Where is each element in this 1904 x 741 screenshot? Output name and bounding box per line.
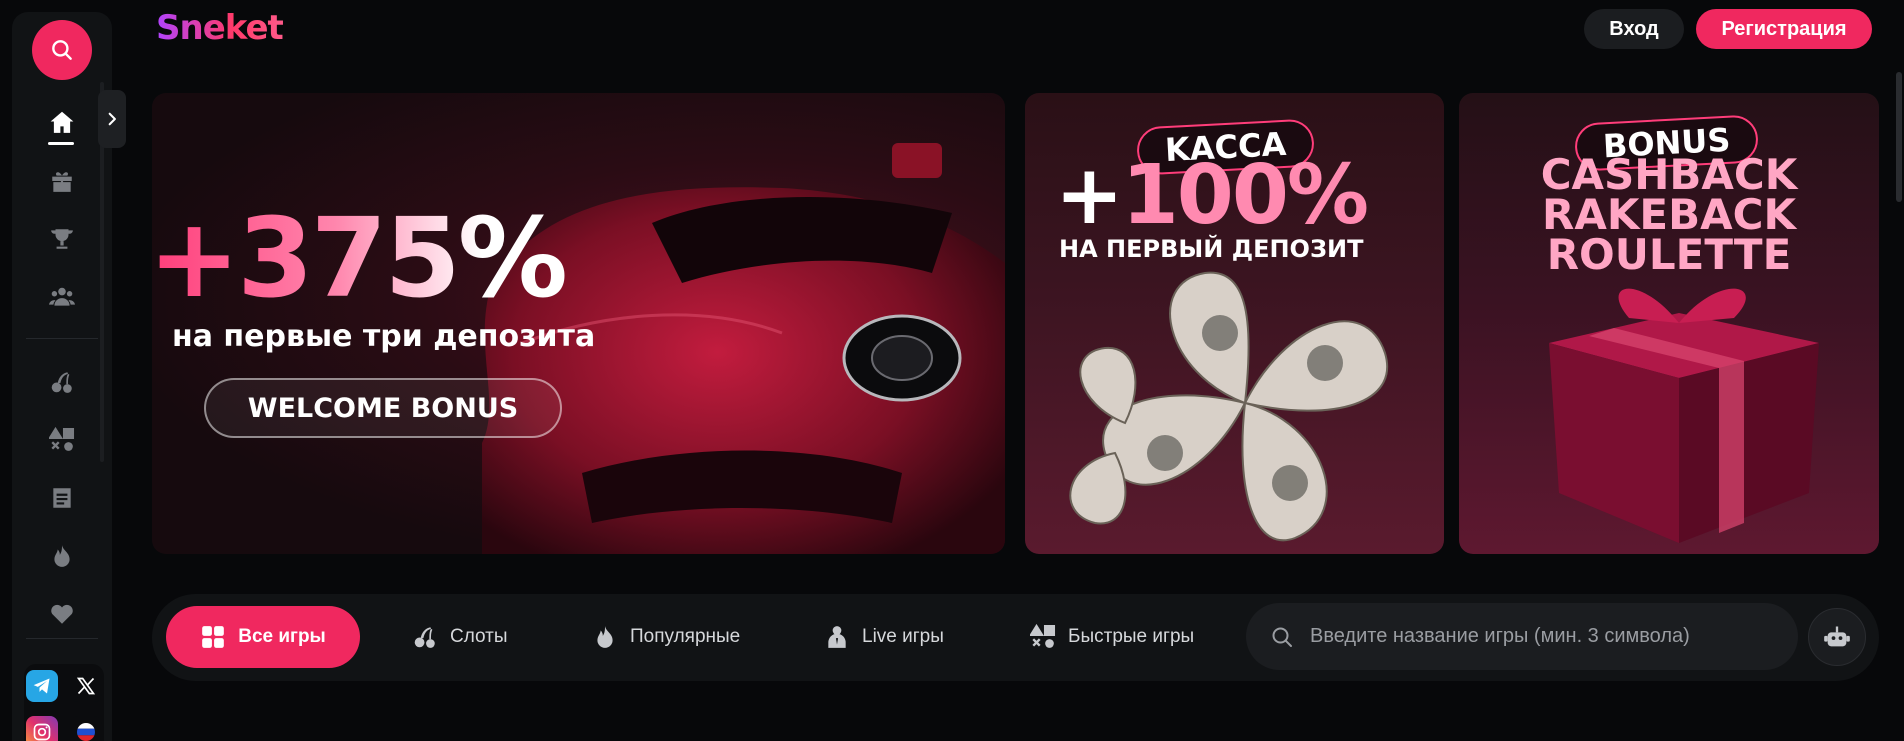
game-category-bar: Все игры Слоты Популярные Live игры Быст…: [152, 594, 1879, 681]
cherries-icon: [414, 627, 435, 648]
sidebar-item-tournaments[interactable]: [48, 225, 76, 253]
assistant-button[interactable]: [1808, 608, 1866, 666]
sidebar-item-popular[interactable]: [48, 542, 76, 570]
tab-label: Live игры: [862, 626, 944, 647]
heart-icon: [51, 604, 73, 624]
login-button[interactable]: Вход: [1584, 9, 1684, 49]
tab-label: Все игры: [238, 626, 326, 647]
bonus-features: CASHBACK RAKEBACK ROULETTE: [1459, 150, 1879, 279]
sidebar-search-button[interactable]: [32, 20, 92, 80]
grid-icon: [202, 626, 225, 648]
tab-live-games[interactable]: Live игры: [824, 606, 944, 668]
cashier-subtitle: НА ПЕРВЫЙ ДЕПОЗИТ: [1059, 235, 1364, 263]
tab-label: Популярные: [630, 626, 741, 647]
tab-popular[interactable]: Популярные: [592, 606, 740, 668]
bonus-subtitle: на первые три депозита: [172, 319, 596, 354]
game-search-input[interactable]: [1310, 625, 1780, 648]
percent-value: 100%: [1121, 148, 1369, 243]
sidebar-item-favorites[interactable]: [48, 600, 76, 628]
tab-fast-games[interactable]: Быстрые игры: [1030, 606, 1194, 668]
document-icon: [53, 488, 71, 508]
sidebar-expand-button[interactable]: [98, 90, 126, 148]
tab-slots[interactable]: Слоты: [412, 606, 508, 668]
instagram-icon: [33, 723, 51, 741]
sidebar-divider: [26, 638, 98, 639]
gift-icon: [52, 172, 72, 192]
trophy-icon: [51, 229, 73, 249]
sidebar-item-slots[interactable]: [48, 368, 76, 396]
social-links: [24, 664, 104, 741]
welcome-bonus-banner[interactable]: +375% на первые три депозита WELCOME BON…: [152, 93, 1005, 554]
active-indicator: [48, 142, 74, 145]
telegram-link[interactable]: [26, 670, 58, 702]
language-selector[interactable]: [70, 716, 102, 741]
welcome-bonus-button[interactable]: WELCOME BONUS: [204, 378, 562, 438]
cherries-icon: [51, 372, 72, 393]
telegram-icon: [33, 678, 50, 694]
tab-label: Быстрые игры: [1068, 626, 1195, 647]
bonus-percent: +375%: [152, 203, 568, 313]
roulette-label: ROULETTE: [1546, 230, 1792, 279]
shapes-icon: [1030, 624, 1056, 648]
cashier-bonus-banner[interactable]: KACCA +100% НА ПЕРВЫЙ ДЕПОЗИТ: [1025, 93, 1444, 554]
sidebar-item-fast-games[interactable]: [48, 426, 76, 454]
sidebar: [12, 12, 112, 741]
page-scrollbar[interactable]: [1896, 72, 1902, 202]
chevron-right-icon: [108, 112, 116, 126]
plus-sign: +: [1055, 148, 1124, 243]
tab-label: Слоты: [450, 626, 508, 647]
cashback-bonus-banner[interactable]: BONUS CASHBACK RAKEBACK ROULETTE: [1459, 93, 1879, 554]
sidebar-item-bonuses[interactable]: [48, 167, 76, 195]
sidebar-item-community[interactable]: [48, 283, 76, 311]
sidebar-item-documents[interactable]: [48, 484, 76, 512]
users-icon: [49, 287, 75, 306]
flame-icon: [54, 545, 70, 567]
instagram-link[interactable]: [26, 716, 58, 741]
search-icon: [52, 40, 72, 60]
money-clover-image: [1069, 271, 1388, 542]
register-button[interactable]: Регистрация: [1696, 9, 1872, 49]
game-search: [1246, 603, 1798, 670]
rakeback-label: RAKEBACK: [1542, 190, 1796, 239]
sidebar-item-home[interactable]: [48, 108, 76, 136]
x-icon: [76, 677, 96, 695]
russia-flag-icon: [77, 723, 95, 741]
search-icon: [1272, 627, 1292, 647]
tab-all-games[interactable]: Все игры: [166, 606, 360, 668]
x-link[interactable]: [70, 670, 102, 702]
logo[interactable]: Sneket: [156, 8, 284, 48]
cashier-percent: +100%: [1055, 155, 1369, 237]
shapes-icon: [49, 427, 75, 451]
flame-icon: [597, 626, 613, 648]
dealer-icon: [828, 626, 846, 648]
home-icon: [50, 111, 74, 133]
gift-box-image: [1549, 288, 1819, 543]
sidebar-divider: [26, 338, 98, 339]
robot-icon: [1824, 626, 1850, 647]
cashback-label: CASHBACK: [1540, 150, 1798, 199]
